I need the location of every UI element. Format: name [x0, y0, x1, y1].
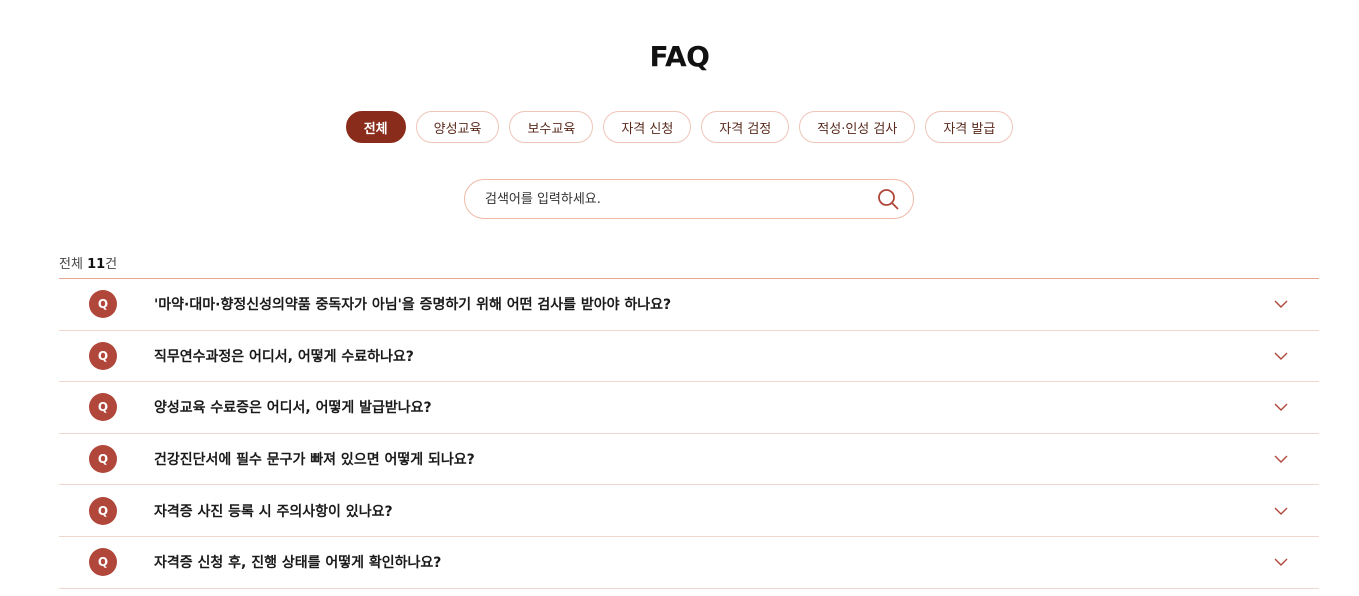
search-input[interactable]	[465, 180, 863, 218]
faq-item[interactable]: Q 자격증 신청 후, 진행 상태를 어떻게 확인하나요?	[59, 537, 1319, 589]
page-title: FAQ	[649, 40, 710, 73]
count-prefix: 전체	[59, 257, 88, 272]
tab-aptitude-test[interactable]: 적성·인성 검사	[799, 111, 916, 143]
q-badge: Q	[89, 445, 117, 474]
tab-all[interactable]: 전체	[345, 111, 406, 143]
faq-item[interactable]: Q 자격증 사진 등록 시 주의사항이 있나요?	[59, 485, 1319, 537]
q-badge: Q	[89, 548, 117, 577]
chevron-down-icon[interactable]	[1273, 402, 1289, 412]
search-box	[464, 179, 914, 219]
tab-examination[interactable]: 자격 검정	[701, 111, 790, 143]
faq-item[interactable]: Q '마약·대마·향정신성의약품 중독자가 아님'을 증명하기 위해 어떤 검사…	[59, 279, 1319, 331]
faq-list: Q '마약·대마·향정신성의약품 중독자가 아님'을 증명하기 위해 어떤 검사…	[59, 278, 1319, 589]
faq-question: 양성교육 수료증은 어디서, 어떻게 발급받나요?	[154, 400, 432, 417]
faq-item[interactable]: Q 양성교육 수료증은 어디서, 어떻게 발급받나요?	[59, 382, 1319, 434]
count-suffix: 건	[105, 257, 118, 272]
category-tabs: 전체 양성교육 보수교육 자격 신청 자격 검정 적성·인성 검사 자격 발급	[0, 111, 1359, 143]
faq-question: 자격증 신청 후, 진행 상태를 어떻게 확인하나요?	[154, 555, 442, 572]
q-badge: Q	[89, 290, 117, 319]
chevron-down-icon[interactable]	[1273, 557, 1289, 567]
faq-question: 직무연수과정은 어디서, 어떻게 수료하나요?	[154, 348, 414, 365]
tab-issuance[interactable]: 자격 발급	[925, 111, 1014, 143]
search-icon	[878, 189, 899, 210]
q-badge: Q	[89, 393, 117, 422]
faq-question: 자격증 사진 등록 시 주의사항이 있나요?	[154, 503, 393, 520]
q-badge: Q	[89, 341, 117, 370]
faq-item[interactable]: Q 직무연수과정은 어디서, 어떻게 수료하나요?	[59, 331, 1319, 383]
tab-training[interactable]: 양성교육	[415, 111, 500, 143]
count-number: 11	[87, 257, 106, 272]
chevron-down-icon[interactable]	[1273, 454, 1289, 464]
chevron-down-icon[interactable]	[1273, 299, 1289, 309]
chevron-down-icon[interactable]	[1273, 506, 1289, 516]
chevron-down-icon[interactable]	[1273, 351, 1289, 361]
tab-refresher[interactable]: 보수교육	[509, 111, 594, 143]
faq-question: '마약·대마·향정신성의약품 중독자가 아님'을 증명하기 위해 어떤 검사를 …	[154, 297, 672, 314]
q-badge: Q	[89, 496, 117, 525]
faq-item[interactable]: Q 건강진단서에 필수 문구가 빠져 있으면 어떻게 되나요?	[59, 434, 1319, 486]
tab-application[interactable]: 자격 신청	[603, 111, 692, 143]
faq-question: 건강진단서에 필수 문구가 빠져 있으면 어떻게 되나요?	[154, 452, 475, 469]
result-count: 전체 11건	[59, 253, 117, 272]
search-button[interactable]	[863, 180, 913, 218]
